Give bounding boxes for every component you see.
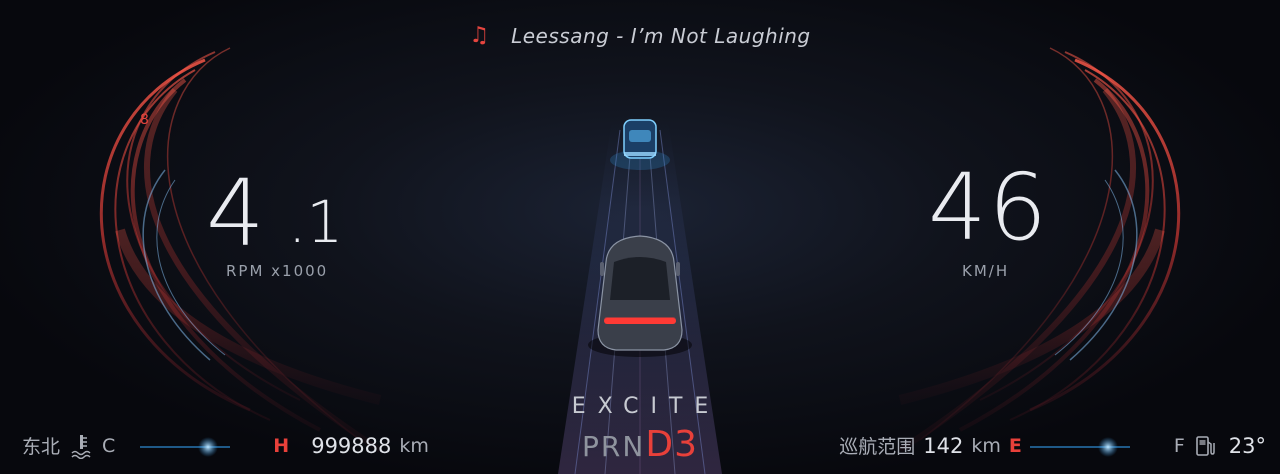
range-unit: km xyxy=(971,434,1001,457)
now-playing[interactable]: ♫ Leessang - I’m Not Laughing xyxy=(0,24,1280,48)
gear-active: D3 xyxy=(645,424,698,465)
music-note-icon: ♫ xyxy=(469,23,490,48)
speed-value: 46 xyxy=(928,154,1050,261)
coolant-temperature-icon xyxy=(71,434,91,459)
fuel-pump-icon xyxy=(1195,435,1215,456)
temp-hot-label: H xyxy=(273,434,290,457)
instrument-cluster: ♫ Leessang - I’m Not Laughing 8 4 .1 RPM… xyxy=(0,0,1280,474)
compass-direction: 东北 xyxy=(22,436,61,458)
speed-unit: KM/H xyxy=(962,262,1010,280)
rpm-decimal: .1 xyxy=(288,188,344,256)
redline-mark: 8 xyxy=(140,112,149,128)
temp-cold-label: C xyxy=(102,434,116,457)
status-left: 东北 C H 999888 km xyxy=(22,432,429,459)
song-title: Leessang - I’m Not Laughing xyxy=(511,24,811,48)
fuel-empty-label: E xyxy=(1008,434,1022,457)
odometer-unit: km xyxy=(399,434,429,457)
range-value: 142 xyxy=(923,433,964,458)
range-label: 巡航范围 xyxy=(839,436,916,458)
drive-mode: EXCITE xyxy=(571,394,721,419)
odometer-value: 999888 xyxy=(311,433,392,458)
rpm-value: 4 xyxy=(206,160,267,267)
rpm-unit: RPM x1000 xyxy=(226,262,329,280)
status-right: 巡航范围 142 km E F 23° xyxy=(839,432,1266,459)
fuel-full-label: F xyxy=(1173,434,1185,457)
gear-n: N xyxy=(622,430,646,463)
outside-temperature: 23° xyxy=(1228,433,1266,458)
gear-p: P xyxy=(582,430,601,463)
gear-r: R xyxy=(600,430,623,463)
